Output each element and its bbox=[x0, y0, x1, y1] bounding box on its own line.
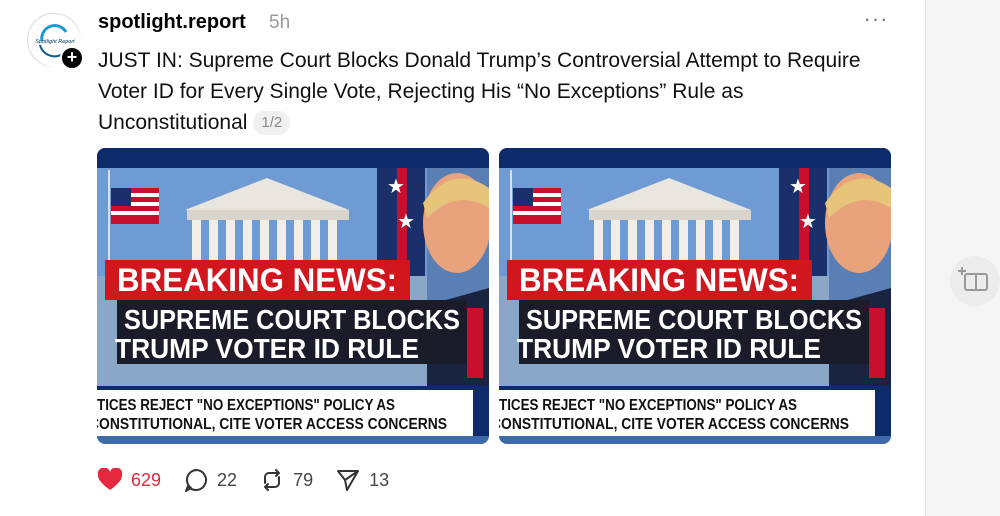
svg-text:★: ★ bbox=[799, 209, 817, 233]
like-count: 629 bbox=[131, 469, 162, 490]
post-image-2[interactable]: ★ ★ BREAKING NEWS: SUPREME COURT BLOCKS … bbox=[499, 148, 891, 444]
media-2-headline-2: TRUMP VOTER ID RULE bbox=[517, 333, 821, 364]
comment-icon bbox=[185, 469, 208, 492]
post-card: Spotlight Report + spotlight.report 5h ·… bbox=[0, 0, 925, 516]
post-body-text: JUST IN: Supreme Court Blocks Donald Tru… bbox=[98, 49, 861, 134]
add-column-button[interactable] bbox=[950, 256, 1000, 306]
more-icon[interactable]: ··· bbox=[862, 8, 890, 36]
media-2-headline-1: SUPREME COURT BLOCKS bbox=[526, 304, 862, 335]
media-1-banner: BREAKING NEWS: bbox=[117, 262, 397, 298]
reply-count: 22 bbox=[217, 469, 238, 490]
post-timestamp[interactable]: 5h bbox=[269, 12, 290, 34]
share-button[interactable]: 13 bbox=[335, 467, 389, 493]
svg-text:★: ★ bbox=[387, 174, 405, 198]
media-1-ticker-1: TICES REJECT "NO EXCEPTIONS" POLICY AS bbox=[97, 397, 395, 414]
post-username[interactable]: spotlight.report bbox=[98, 11, 246, 34]
repost-button[interactable]: 79 bbox=[259, 467, 313, 493]
repost-count: 79 bbox=[293, 469, 314, 490]
post-body: JUST IN: Supreme Court Blocks Donald Tru… bbox=[98, 45, 898, 138]
avatar-logo-text: Spotlight Report bbox=[35, 39, 75, 45]
share-count: 13 bbox=[369, 469, 390, 490]
page-indicator: 1/2 bbox=[253, 111, 291, 135]
svg-text:★: ★ bbox=[789, 174, 807, 198]
heart-icon bbox=[97, 468, 123, 490]
media-1-ticker-2: CONSTITUTIONAL, CITE VOTER ACCESS CONCER… bbox=[97, 416, 447, 433]
svg-text:★: ★ bbox=[397, 209, 415, 233]
media-2-ticker-2: CONSTITUTIONAL, CITE VOTER ACCESS CONCER… bbox=[499, 416, 849, 433]
media-1-headline-1: SUPREME COURT BLOCKS bbox=[124, 304, 460, 335]
media-2-banner: BREAKING NEWS: bbox=[519, 262, 799, 298]
media-1-headline-2: TRUMP VOTER ID RULE bbox=[115, 333, 419, 364]
action-bar: 629 22 79 13 bbox=[97, 465, 411, 495]
columns-add-icon bbox=[958, 267, 988, 291]
post-image-1[interactable]: ★ ★ BREAKING NEWS: SUPREME COURT BLOCKS … bbox=[97, 148, 489, 444]
send-icon bbox=[337, 470, 360, 491]
reply-button[interactable]: 22 bbox=[183, 467, 237, 493]
media-2-ticker-1: TICES REJECT "NO EXCEPTIONS" POLICY AS bbox=[499, 397, 797, 414]
like-button[interactable]: 629 bbox=[97, 468, 161, 492]
follow-plus-icon[interactable]: + bbox=[60, 46, 84, 70]
repost-icon bbox=[264, 469, 281, 491]
